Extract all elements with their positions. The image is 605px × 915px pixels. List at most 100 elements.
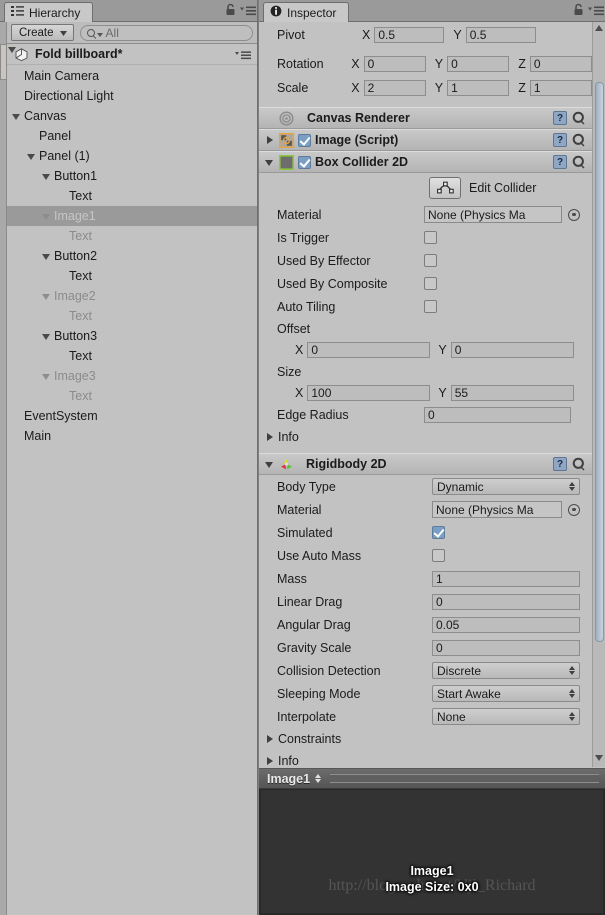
component-header-box-collider-2d[interactable]: Box Collider 2D ? xyxy=(259,151,592,173)
image-script-enabled-checkbox[interactable] xyxy=(298,133,311,147)
scale-z-field[interactable]: 1 xyxy=(529,80,592,96)
pivot-y-field[interactable]: 0.5 xyxy=(465,27,536,43)
rigidbody-material-field[interactable]: None (Physics Ma xyxy=(432,501,562,518)
hierarchy-item-main[interactable]: Main xyxy=(7,426,257,446)
edge-radius-field[interactable]: 0 xyxy=(424,407,571,423)
preview-dropdown-icon[interactable] xyxy=(315,774,322,783)
help-icon[interactable]: ? xyxy=(553,133,567,147)
box-collider-foldout-icon[interactable] xyxy=(264,157,275,168)
size-x-field[interactable]: 100 xyxy=(307,385,431,401)
tab-inspector[interactable]: Inspector xyxy=(263,2,350,22)
scale-y-field[interactable]: 1 xyxy=(447,80,510,96)
help-icon[interactable]: ? xyxy=(553,457,567,471)
create-button[interactable]: Create xyxy=(11,24,74,41)
hierarchy-item-button3[interactable]: Button3 xyxy=(7,326,257,346)
scene-context-menu-icon[interactable] xyxy=(235,49,251,63)
hierarchy-item-image3[interactable]: Image3 xyxy=(7,366,257,386)
gear-icon[interactable] xyxy=(572,133,586,147)
collider-material-field[interactable]: None (Physics Ma xyxy=(424,206,562,223)
search-dropdown-icon[interactable] xyxy=(96,26,103,40)
hierarchy-item-image1[interactable]: Image1 xyxy=(7,206,257,226)
pivot-x-field[interactable]: 0.5 xyxy=(374,27,445,43)
hierarchy-tree[interactable]: Main Camera Directional Light Canvas Panel P… xyxy=(7,66,257,915)
auto-tiling-checkbox[interactable] xyxy=(424,300,437,313)
collision-detection-dropdown[interactable]: Discrete xyxy=(432,662,580,679)
gravity-scale-field[interactable]: 0 xyxy=(432,639,580,656)
image-script-foldout-icon[interactable] xyxy=(264,135,275,146)
collider-info-foldout-icon[interactable] xyxy=(264,432,275,443)
size-y-field[interactable]: 55 xyxy=(450,385,574,401)
constraints-foldout-icon[interactable] xyxy=(264,734,275,745)
search-input[interactable]: All xyxy=(79,24,253,41)
foldout-icon[interactable] xyxy=(41,331,52,342)
help-icon[interactable]: ? xyxy=(553,111,567,125)
foldout-icon[interactable] xyxy=(41,171,52,182)
offset-y-field[interactable]: 0 xyxy=(450,342,574,358)
sleeping-mode-dropdown[interactable]: Start Awake xyxy=(432,685,580,702)
hierarchy-item-text[interactable]: Text xyxy=(7,226,257,246)
gear-icon[interactable] xyxy=(572,111,586,125)
hierarchy-item-panel-1[interactable]: Panel (1) xyxy=(7,146,257,166)
foldout-icon[interactable] xyxy=(41,251,52,262)
rotation-y-field[interactable]: 0 xyxy=(447,56,510,72)
inspector-scrollbar[interactable] xyxy=(592,22,605,767)
hierarchy-item-button2[interactable]: Button2 xyxy=(7,246,257,266)
help-icon[interactable]: ? xyxy=(553,155,567,169)
offset-x-field[interactable]: 0 xyxy=(307,342,431,358)
rigidbody-info-foldout[interactable]: Info xyxy=(259,750,592,767)
hierarchy-item-eventsystem[interactable]: EventSystem xyxy=(7,406,257,426)
panel-resize-handle[interactable] xyxy=(0,44,7,80)
rigidbody-foldout-icon[interactable] xyxy=(264,459,275,470)
hierarchy-item-main-camera[interactable]: Main Camera xyxy=(7,66,257,86)
foldout-icon[interactable] xyxy=(26,151,37,162)
foldout-icon[interactable] xyxy=(41,371,52,382)
lock-icon[interactable] xyxy=(573,3,584,16)
linear-drag-field[interactable]: 0 xyxy=(432,593,580,610)
hierarchy-item-text[interactable]: Text xyxy=(7,266,257,286)
hamburger-menu-icon[interactable] xyxy=(240,5,256,15)
used-by-effector-checkbox[interactable] xyxy=(424,254,437,267)
box-collider-enabled-checkbox[interactable] xyxy=(298,155,311,169)
hamburger-menu-icon[interactable] xyxy=(588,5,604,15)
preview-header[interactable]: Image1 xyxy=(259,769,605,789)
component-header-canvas-renderer[interactable]: Canvas Renderer ? xyxy=(259,107,592,129)
collider-info-foldout[interactable]: Info xyxy=(259,426,592,448)
scale-x-field[interactable]: 2 xyxy=(363,80,426,96)
rigidbody-info-foldout-icon[interactable] xyxy=(264,756,275,767)
edit-collider-button[interactable] xyxy=(429,177,461,199)
rotation-x-field[interactable]: 0 xyxy=(363,56,426,72)
used-by-composite-checkbox[interactable] xyxy=(424,277,437,290)
gear-icon[interactable] xyxy=(572,457,586,471)
scrollbar-thumb[interactable] xyxy=(595,82,604,642)
foldout-icon[interactable] xyxy=(11,111,22,122)
rotation-z-field[interactable]: 0 xyxy=(529,56,592,72)
foldout-icon[interactable] xyxy=(41,291,52,302)
use-auto-mass-checkbox[interactable] xyxy=(432,549,445,562)
hierarchy-item-canvas[interactable]: Canvas xyxy=(7,106,257,126)
hierarchy-item-directional-light[interactable]: Directional Light xyxy=(7,86,257,106)
scroll-down-icon[interactable] xyxy=(595,755,604,764)
object-picker-icon[interactable] xyxy=(568,208,580,221)
hierarchy-item-text[interactable]: Text xyxy=(7,346,257,366)
mass-field[interactable]: 1 xyxy=(432,570,580,587)
hierarchy-item-image2[interactable]: Image2 xyxy=(7,286,257,306)
hierarchy-item-button1[interactable]: Button1 xyxy=(7,166,257,186)
hierarchy-item-text[interactable]: Text xyxy=(7,306,257,326)
hierarchy-item-text[interactable]: Text xyxy=(7,386,257,406)
hierarchy-item-text[interactable]: Text xyxy=(7,186,257,206)
component-header-rigidbody-2d[interactable]: Rigidbody 2D ? xyxy=(259,453,592,475)
component-header-image-script[interactable]: Image (Script) ? xyxy=(259,129,592,151)
angular-drag-field[interactable]: 0.05 xyxy=(432,616,580,633)
interpolate-dropdown[interactable]: None xyxy=(432,708,580,725)
preview-drag-handle[interactable] xyxy=(330,774,599,783)
lock-icon[interactable] xyxy=(225,3,236,16)
simulated-checkbox[interactable] xyxy=(432,526,445,539)
tab-hierarchy[interactable]: Hierarchy xyxy=(4,2,94,22)
scene-root-row[interactable]: Fold billboard* xyxy=(7,44,257,65)
foldout-icon[interactable] xyxy=(41,211,52,222)
gear-icon[interactable] xyxy=(572,155,586,169)
object-picker-icon[interactable] xyxy=(568,503,580,516)
constraints-foldout[interactable]: Constraints xyxy=(259,728,592,750)
is-trigger-checkbox[interactable] xyxy=(424,231,437,244)
body-type-dropdown[interactable]: Dynamic xyxy=(432,478,580,495)
